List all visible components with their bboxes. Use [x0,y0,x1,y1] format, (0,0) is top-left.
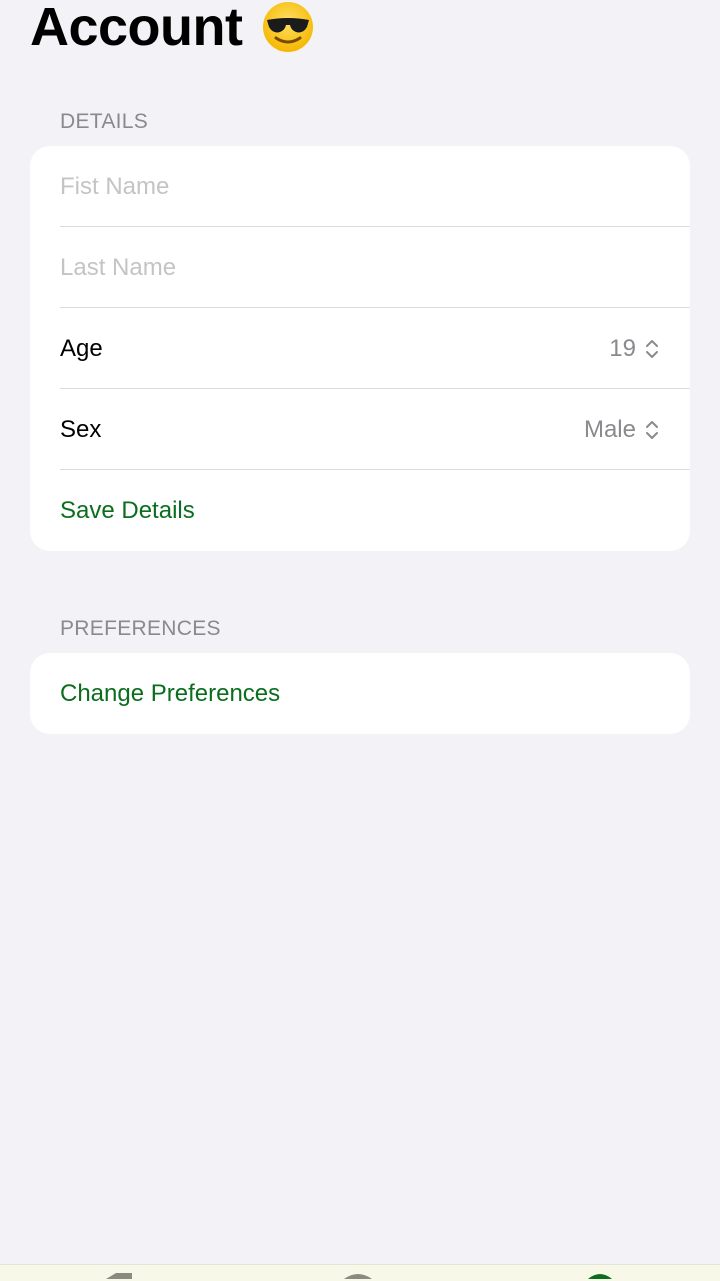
sex-row: Sex Male [30,389,690,470]
first-name-field[interactable] [60,172,660,201]
chevron-up-down-icon [644,418,660,442]
sex-label: Sex [60,415,102,443]
sunglasses-face-icon [261,0,315,54]
age-picker[interactable]: 19 [609,335,660,363]
age-label: Age [60,334,103,362]
age-row: Age 19 [30,308,690,389]
chevron-up-down-icon [644,337,660,361]
tab-bar [0,1264,720,1281]
tab-icon-center[interactable] [344,1274,372,1279]
tab-icon-left[interactable] [106,1273,132,1279]
save-details-button[interactable]: Save Details [60,497,195,525]
last-name-row [30,227,690,308]
preferences-section-header: PREFERENCES [60,617,221,640]
sex-picker[interactable]: Male [584,416,660,444]
sex-value: Male [583,415,636,443]
change-preferences-button[interactable]: Change Preferences [60,680,280,708]
first-name-row [30,146,690,227]
details-card: Age 19 Sex Male Save Details [30,146,690,551]
page-title: Account [30,0,243,57]
tab-icon-right[interactable] [588,1274,612,1279]
change-preferences-row[interactable]: Change Preferences [30,653,690,734]
preferences-card: Change Preferences [30,653,690,734]
last-name-field[interactable] [60,253,660,282]
header: Account [30,0,315,62]
details-section-header: DETAILS [60,110,149,133]
age-value: 19 [609,334,636,362]
save-details-row[interactable]: Save Details [30,470,690,551]
